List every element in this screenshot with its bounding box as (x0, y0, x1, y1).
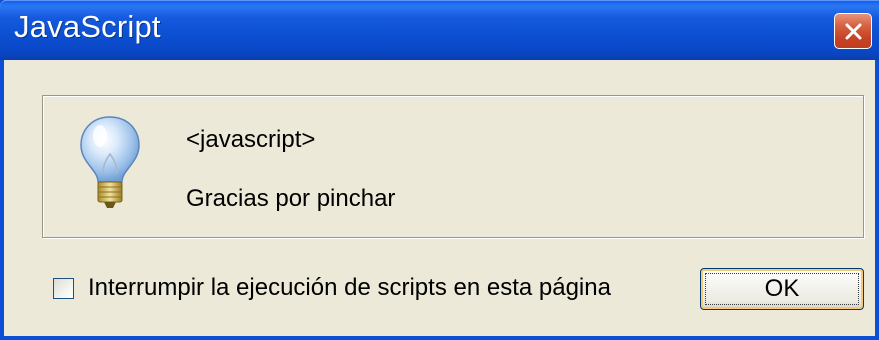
ok-button[interactable]: OK (700, 268, 864, 310)
title-bar[interactable]: JavaScript (0, 0, 879, 60)
stop-scripts-label[interactable]: Interrumpir la ejecución de scripts en e… (88, 274, 611, 302)
javascript-alert-dialog: JavaScript <javascript> Gracias por pinc… (0, 0, 879, 340)
close-button[interactable] (834, 13, 872, 49)
lightbulb-icon (80, 116, 140, 208)
stop-scripts-checkbox[interactable] (53, 278, 74, 299)
message-header: <javascript> (186, 126, 316, 153)
close-x-icon (845, 23, 862, 40)
message-panel: <javascript> Gracias por pinchar (42, 95, 864, 238)
message-text: Gracias por pinchar (186, 185, 396, 212)
ok-button-label: OK (764, 275, 800, 302)
window-title: JavaScript (14, 9, 161, 44)
